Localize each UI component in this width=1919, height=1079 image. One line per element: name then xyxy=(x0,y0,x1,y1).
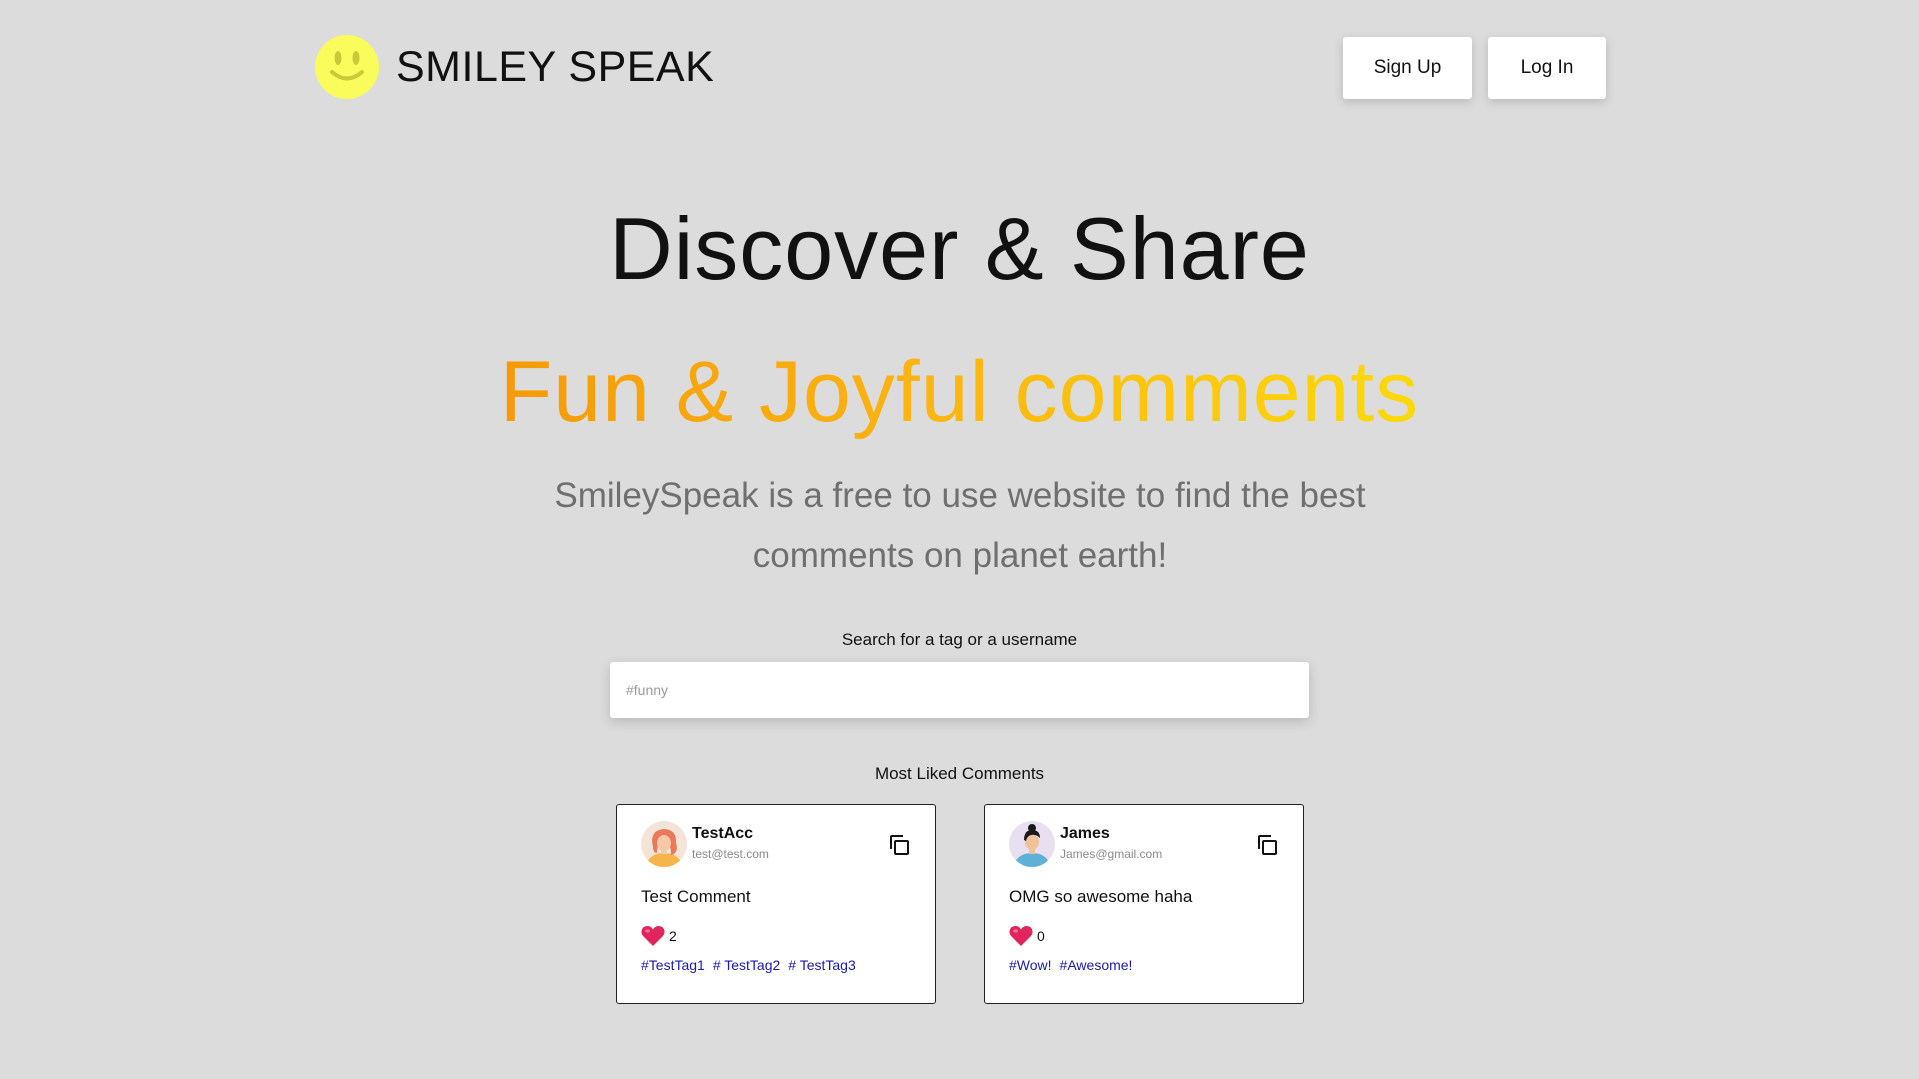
brand[interactable]: SMILEY SPEAK xyxy=(315,35,714,99)
tag-link[interactable]: #Wow! xyxy=(1009,957,1052,973)
likes: 0 xyxy=(1009,925,1279,947)
likes: 2 xyxy=(641,925,911,947)
sign-up-button[interactable]: Sign Up xyxy=(1343,37,1472,99)
user-email: James@gmail.com xyxy=(1060,847,1163,861)
username[interactable]: TestAcc xyxy=(692,824,769,844)
copy-icon[interactable] xyxy=(887,833,911,857)
comment-text: OMG so awesome haha xyxy=(1009,887,1193,906)
like-count: 2 xyxy=(669,928,677,944)
tag-link[interactable]: # TestTag3 xyxy=(788,957,855,973)
card-header: James James@gmail.com xyxy=(1009,821,1279,867)
tag-link[interactable]: # TestTag2 xyxy=(713,957,780,973)
copy-icon[interactable] xyxy=(1255,833,1279,857)
heart-icon[interactable] xyxy=(1009,925,1033,947)
card-header: TestAcc test@test.com xyxy=(641,821,911,867)
smiley-face-icon xyxy=(315,35,379,99)
user-meta: TestAcc test@test.com xyxy=(692,824,769,864)
search-input[interactable] xyxy=(610,662,1309,718)
tag-link[interactable]: #TestTag1 xyxy=(641,957,705,973)
hero-description: SmileySpeak is a free to use website to … xyxy=(554,476,1366,575)
like-count: 0 xyxy=(1037,928,1045,944)
avatar-man-icon[interactable] xyxy=(1009,821,1055,867)
tag-list: #TestTag1 # TestTag2 # TestTag3 xyxy=(641,957,911,973)
tag-link[interactable]: #Awesome! xyxy=(1060,957,1133,973)
user-meta: James James@gmail.com xyxy=(1060,824,1162,864)
comment-card[interactable]: TestAcc test@test.com Test Comment 2 #Te… xyxy=(616,804,936,1004)
search-label: Search for a tag or a username xyxy=(841,630,1078,649)
heart-icon[interactable] xyxy=(641,925,665,947)
tag-list: #Wow! #Awesome! xyxy=(1009,957,1279,973)
username[interactable]: James xyxy=(1060,824,1162,844)
hero-subtitle: Fun & Joyful comments xyxy=(0,343,1919,442)
comment-card[interactable]: James James@gmail.com OMG so awesome hah… xyxy=(984,804,1304,1004)
hero-subtitle-text: Fun & Joyful comments xyxy=(499,344,1420,440)
avatar-woman-icon[interactable] xyxy=(641,821,687,867)
user-email: test@test.com xyxy=(692,847,769,861)
comment-text: Test Comment xyxy=(641,887,751,906)
log-in-button[interactable]: Log In xyxy=(1488,37,1606,99)
hero-title: Discover & Share xyxy=(609,199,1310,298)
most-liked-title: Most Liked Comments xyxy=(874,764,1045,783)
brand-name: SMILEY SPEAK xyxy=(396,42,715,91)
auth-buttons: Sign Up Log In xyxy=(1343,37,1606,99)
comment-cards: TestAcc test@test.com Test Comment 2 #Te… xyxy=(616,804,1304,1004)
